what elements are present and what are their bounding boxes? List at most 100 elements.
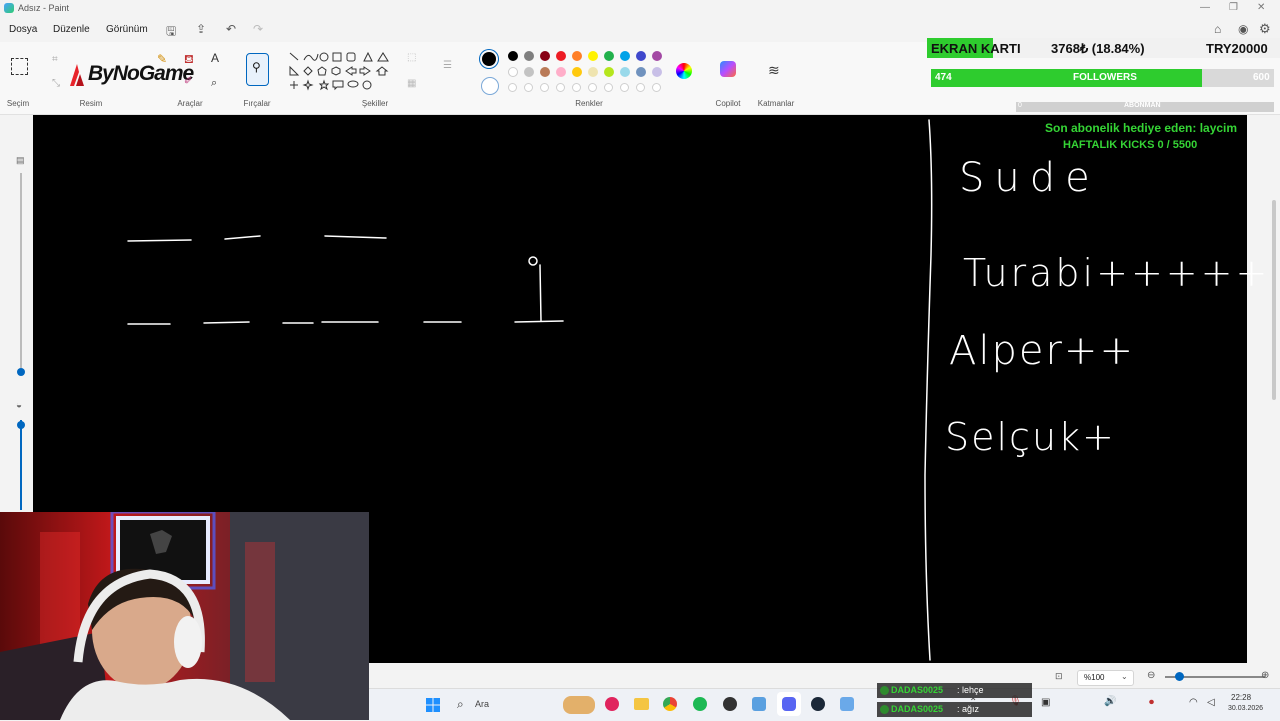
- shapes-gallery[interactable]: [288, 50, 392, 96]
- menu-file[interactable]: Dosya: [9, 24, 37, 35]
- fill-shape-icon[interactable]: ▦: [407, 78, 416, 89]
- crop-icon[interactable]: ⌗: [52, 54, 58, 65]
- settings-gear-icon[interactable]: ⚙: [1259, 21, 1271, 37]
- fill-icon[interactable]: ⛾: [184, 52, 194, 68]
- brush-size-slider[interactable]: [20, 173, 22, 368]
- notification-icon[interactable]: ⌂: [1214, 22, 1221, 36]
- palette-swatch[interactable]: [588, 51, 598, 61]
- palette-swatch[interactable]: [508, 51, 518, 61]
- taskbar-search[interactable]: ⌕ Ara: [451, 694, 601, 716]
- palette-swatch[interactable]: [588, 67, 598, 77]
- size-icon[interactable]: ☰: [443, 60, 452, 71]
- palette-swatch[interactable]: [524, 67, 534, 77]
- custom-color-slot[interactable]: [604, 83, 613, 92]
- palette-swatch[interactable]: [540, 51, 550, 61]
- chat-username: DADAS0025: [891, 704, 944, 714]
- custom-color-slot[interactable]: [652, 83, 661, 92]
- custom-color-slot[interactable]: [540, 83, 549, 92]
- tray-record-icon[interactable]: ⏺: [1149, 697, 1154, 708]
- account-icon[interactable]: ◉: [1238, 22, 1248, 36]
- custom-color-slot[interactable]: [524, 83, 533, 92]
- custom-color-slot[interactable]: [636, 83, 645, 92]
- tray-volume-icon[interactable]: ◁: [1207, 697, 1215, 708]
- clock-date[interactable]: 30.03.2026: [1228, 705, 1263, 712]
- tray-camera-icon[interactable]: ▣: [1041, 697, 1050, 708]
- palette-swatch[interactable]: [556, 67, 566, 77]
- palette-swatch[interactable]: [652, 67, 662, 77]
- palette-swatch[interactable]: [620, 51, 630, 61]
- chat-message: DADAS0025 : lehçe: [877, 683, 1032, 698]
- palette-swatch[interactable]: [620, 67, 630, 77]
- menu-view[interactable]: Görünüm: [106, 24, 148, 35]
- color1-swatch[interactable]: [482, 52, 496, 66]
- palette-swatch[interactable]: [572, 51, 582, 61]
- palette-swatch[interactable]: [508, 67, 518, 77]
- save-icon[interactable]: 🖫: [166, 22, 176, 43]
- palette-swatch[interactable]: [604, 51, 614, 61]
- custom-color-slot[interactable]: [556, 83, 565, 92]
- palette-swatch[interactable]: [636, 51, 646, 61]
- zoom-slider-thumb[interactable]: [1175, 672, 1184, 681]
- gpu-goal-target: TRY20000: [1206, 41, 1268, 56]
- subscriber-bar: 0 ABONMAN: [1016, 102, 1274, 112]
- brush-size-thumb[interactable]: [17, 368, 25, 376]
- taskbar-app-spotify-icon[interactable]: [693, 697, 707, 711]
- fit-screen-icon[interactable]: ⊡: [1055, 671, 1063, 682]
- palette-swatch[interactable]: [556, 51, 566, 61]
- palette-swatch[interactable]: [572, 67, 582, 77]
- maximize-icon[interactable]: ❐: [1229, 2, 1238, 13]
- zoom-dropdown[interactable]: %100 ⌄: [1077, 670, 1134, 686]
- tray-speaker-icon[interactable]: 🔊: [1104, 696, 1116, 707]
- taskbar-app-steam-icon[interactable]: [811, 697, 825, 711]
- color-picker-icon[interactable]: ✐: [184, 76, 192, 87]
- palette-swatch[interactable]: [604, 67, 614, 77]
- clock-time[interactable]: 22:28: [1231, 693, 1251, 702]
- start-icon[interactable]: [426, 698, 440, 712]
- taskbar-app-discord-active[interactable]: [777, 692, 801, 716]
- magnifier-icon[interactable]: ⌕: [211, 77, 217, 90]
- taskbar-app-settings-icon[interactable]: [752, 697, 766, 711]
- custom-color-slot[interactable]: [620, 83, 629, 92]
- close-icon[interactable]: ✕: [1257, 2, 1265, 13]
- outline-icon[interactable]: ⬚: [407, 52, 416, 63]
- palette-swatch[interactable]: [636, 67, 646, 77]
- opacity-slider[interactable]: [20, 420, 22, 510]
- vertical-scrollbar[interactable]: [1272, 200, 1276, 400]
- custom-color-slot[interactable]: [588, 83, 597, 92]
- palette-swatch[interactable]: [540, 67, 550, 77]
- minimize-icon[interactable]: —: [1200, 2, 1210, 13]
- copilot-icon[interactable]: [720, 61, 736, 77]
- canvas-name-2: Turabi+++++: [963, 251, 1271, 295]
- bynogame-logo-mark: [66, 62, 88, 88]
- blank-line: [127, 239, 192, 242]
- taskbar-app-explorer-icon[interactable]: [634, 698, 649, 710]
- palette-swatch[interactable]: [652, 51, 662, 61]
- taskbar-app-chrome-icon[interactable]: [663, 697, 677, 711]
- taskbar-app-paint-icon[interactable]: [840, 697, 854, 711]
- zoom-out-icon[interactable]: ⊖: [1147, 670, 1155, 681]
- pencil-icon[interactable]: ✎: [157, 52, 167, 66]
- layers-icon[interactable]: ≋: [768, 62, 780, 79]
- undo-icon[interactable]: ↶: [226, 22, 236, 36]
- brush-button[interactable]: ⚲: [246, 53, 269, 86]
- color-palette[interactable]: [508, 51, 668, 93]
- gpu-goal-value: 3768₺ (18.84%): [1051, 41, 1145, 56]
- text-icon[interactable]: A: [211, 51, 219, 65]
- select-tool-icon[interactable]: [11, 58, 28, 75]
- custom-color-slot[interactable]: [572, 83, 581, 92]
- taskbar-app-youtube-music-icon[interactable]: [605, 697, 619, 711]
- share-icon[interactable]: ⇪: [196, 22, 206, 36]
- followers-label: FOLLOWERS: [1073, 72, 1137, 83]
- custom-color-slot[interactable]: [508, 83, 517, 92]
- redo-icon[interactable]: ↷: [253, 22, 263, 36]
- menu-edit[interactable]: Düzenle: [53, 24, 90, 35]
- taskbar-app-obs-icon[interactable]: [723, 697, 737, 711]
- opacity-thumb[interactable]: [17, 421, 25, 429]
- tray-wifi-icon[interactable]: ◠: [1189, 697, 1198, 708]
- palette-swatch[interactable]: [524, 51, 534, 61]
- edit-colors-icon[interactable]: [676, 63, 692, 79]
- resize-icon[interactable]: ⤡: [52, 78, 60, 89]
- chat-badge-icon: [880, 705, 889, 714]
- zoom-in-icon[interactable]: ⊕: [1261, 670, 1269, 681]
- color2-swatch[interactable]: [481, 77, 499, 95]
